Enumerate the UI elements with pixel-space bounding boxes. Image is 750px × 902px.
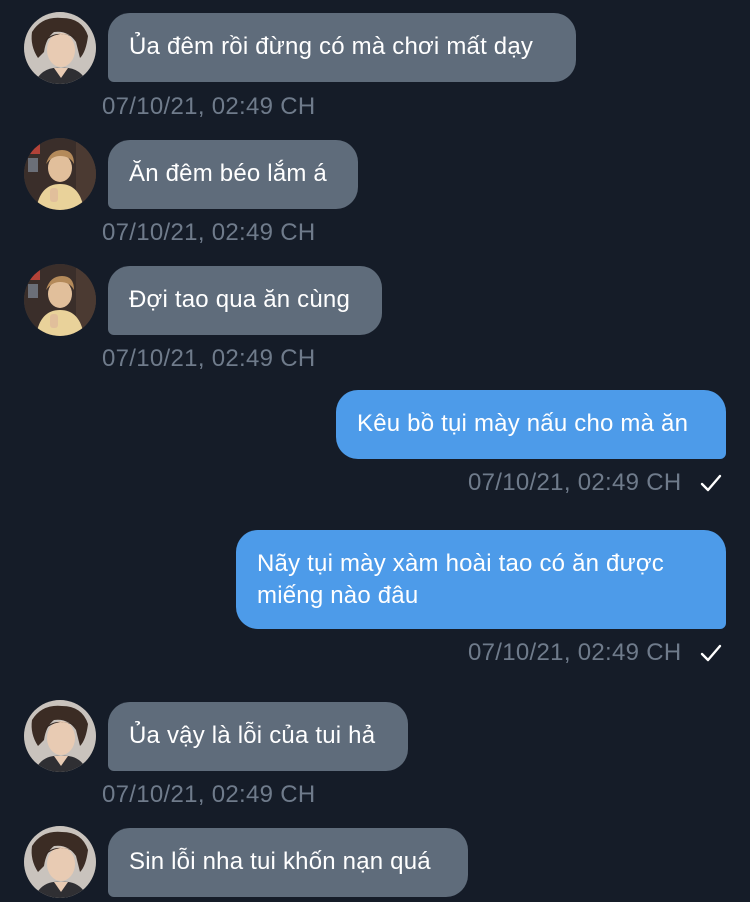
incoming-message-bubble[interactable]: Đợi tao qua ăn cùng <box>108 266 382 335</box>
incoming-message-bubble[interactable]: Ăn đêm béo lắm á <box>108 140 358 209</box>
chat-thread[interactable]: Ủa đêm rồi đừng có mà chơi mất dạy 07/10… <box>0 0 750 902</box>
avatar-portrait-icon <box>24 138 96 210</box>
avatar-portrait-icon <box>24 12 96 84</box>
incoming-message-bubble[interactable]: Ủa đêm rồi đừng có mà chơi mất dạy <box>108 13 576 82</box>
incoming-message-bubble[interactable]: Ủa vậy là lỗi của tui hả <box>108 702 408 771</box>
message-timestamp: 07/10/21, 02:49 CH <box>102 93 316 120</box>
incoming-message-bubble[interactable]: Sin lỗi nha tui khốn nạn quá <box>108 828 468 897</box>
contact-avatar[interactable] <box>24 12 96 84</box>
contact-avatar[interactable] <box>24 700 96 772</box>
avatar-portrait-icon <box>24 264 96 336</box>
message-timestamp: 07/10/21, 02:49 CH <box>102 219 316 246</box>
message-timestamp: 07/10/21, 02:49 CH <box>468 639 682 666</box>
outgoing-message-bubble[interactable]: Nãy tụi mày xàm hoài tao có ăn được miến… <box>236 530 726 629</box>
message-timestamp: 07/10/21, 02:49 CH <box>102 345 316 372</box>
message-timestamp: 07/10/21, 02:49 CH <box>468 469 682 496</box>
avatar-portrait-icon <box>24 700 96 772</box>
contact-avatar[interactable] <box>24 138 96 210</box>
read-receipt-checkmark-icon <box>698 470 724 496</box>
contact-avatar[interactable] <box>24 826 96 898</box>
read-receipt-checkmark-icon <box>698 640 724 666</box>
message-timestamp: 07/10/21, 02:49 CH <box>102 781 316 808</box>
contact-avatar[interactable] <box>24 264 96 336</box>
outgoing-message-bubble[interactable]: Kêu bồ tụi mày nấu cho mà ăn <box>336 390 726 459</box>
avatar-portrait-icon <box>24 826 96 898</box>
